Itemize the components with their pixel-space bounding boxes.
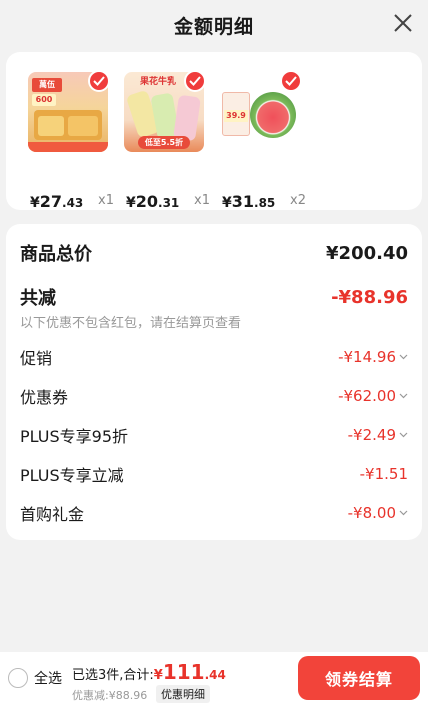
discount-item-value[interactable]: -¥62.00 [338,387,408,405]
total-row: 商品总价 ¥200.40 [20,240,408,266]
discount-row: 共减 -¥88.96 [20,284,408,310]
saved-amount: 优惠减:¥88.96 [72,689,148,702]
product-quantity: x1 [98,193,114,208]
discount-item-row[interactable]: 首购礼金 -¥8.00 [20,501,408,525]
discount-item-label: 首购礼金 [20,505,85,524]
chevron-down-icon[interactable] [399,354,408,360]
summary-currency: ¥ [153,668,163,683]
checkout-bar: 全选 已选3件,合计:¥111.44 优惠减:¥88.96 优惠明细 领券结算 [0,652,428,710]
product-badge: 600 [32,94,56,106]
product-price: ¥20.31 [126,192,180,211]
discount-item-label: PLUS专享95折 [20,427,128,446]
discount-item-value[interactable]: -¥8.00 [348,504,408,522]
discount-item-label: PLUS专享立减 [20,466,124,485]
close-icon[interactable] [392,12,414,34]
discount-label: 共减 [20,288,56,309]
page-title: 金额明细 [173,15,254,38]
discount-item-row[interactable]: PLUS专享95折 -¥2.49 [20,423,408,447]
product-badge: 低至5.5折 [138,136,190,149]
total-value: ¥200.40 [326,242,408,264]
product-price: ¥31.85 [222,192,276,211]
discount-value: -¥88.96 [331,286,408,308]
price-detail: 商品总价 ¥200.40 共减 -¥88.96 以下优惠不包含红包，请在结算页查… [6,224,422,540]
product-badge: 39.9 [224,110,248,122]
chevron-down-icon[interactable] [399,393,408,399]
discount-detail-tag[interactable]: 优惠明细 [156,685,210,703]
select-all-radio[interactable] [8,668,28,688]
discount-item-row: PLUS专享立减 -¥1.51 [20,462,408,486]
chevron-down-icon[interactable] [399,510,408,516]
summary-amount-decimal: .44 [204,668,226,682]
product-list: 萬伍 600 ¥27.43 x1 果花牛乳 低至5.5折 ¥20.31 x1 3… [6,52,422,211]
discount-item-label: 优惠券 [20,388,69,407]
chevron-down-icon[interactable] [399,432,408,438]
total-label: 商品总价 [20,244,92,265]
product-price: ¥27.43 [30,192,84,211]
order-summary: 已选3件,合计:¥111.44 [72,660,226,684]
discount-item-value[interactable]: -¥2.49 [348,426,408,444]
product-badge: 萬伍 [32,78,62,92]
selected-check-icon[interactable] [184,70,206,92]
selected-check-icon[interactable] [280,70,302,92]
discount-item-value[interactable]: -¥14.96 [338,348,408,366]
discount-item-row[interactable]: 优惠券 -¥62.00 [20,384,408,408]
product-quantity: x2 [290,193,306,208]
summary-amount: 111 [162,660,205,684]
discount-item-label: 促销 [20,349,53,368]
discount-note: 以下优惠不包含红包，请在结算页查看 [20,316,242,331]
select-all-label[interactable]: 全选 [34,668,62,688]
product-quantity: x1 [194,193,210,208]
header: 金额明细 [0,0,428,50]
discount-item-row[interactable]: 促销 -¥14.96 [20,345,408,369]
discount-item-value: -¥1.51 [359,465,408,483]
checkout-button[interactable]: 领券结算 [298,656,420,700]
summary-prefix: 已选3件,合计: [72,668,154,683]
selected-check-icon[interactable] [88,70,110,92]
